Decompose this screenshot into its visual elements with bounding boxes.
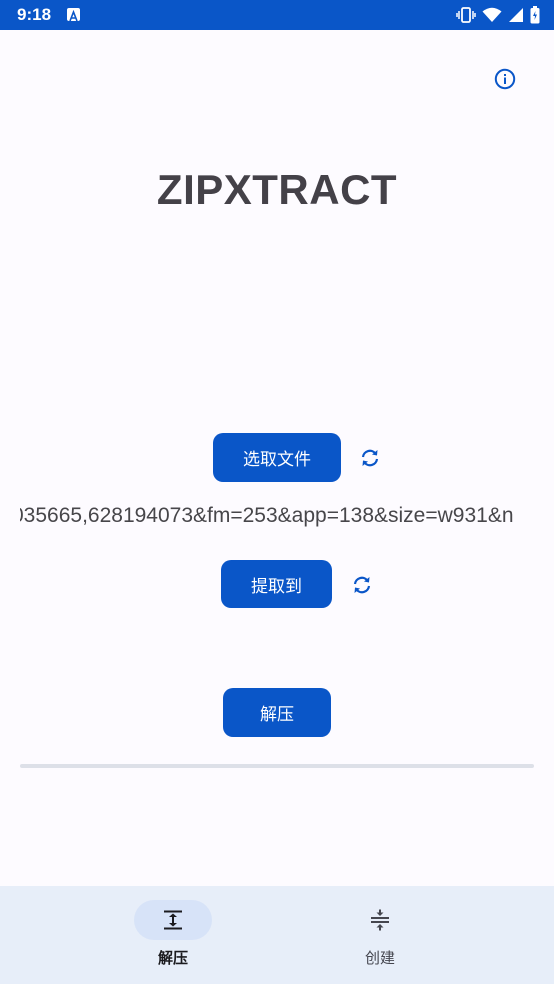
status-bar: 9:18	[0, 0, 554, 30]
decompress-label: 解压	[260, 705, 294, 725]
notification-a-icon	[67, 8, 80, 22]
nav-label-decompress: 解压	[157, 949, 188, 967]
extract-to-button[interactable]: 提取到	[221, 560, 332, 608]
status-icons	[456, 6, 540, 24]
battery-icon	[530, 6, 540, 24]
nav-item-create[interactable]: 创建	[277, 886, 482, 984]
info-icon[interactable]	[494, 68, 516, 90]
refresh-icon[interactable]	[358, 446, 382, 470]
app-title: ZIPXTRACT	[156, 166, 398, 213]
select-file-label: 选取文件	[243, 450, 311, 470]
compress-vertical-icon	[368, 908, 392, 932]
app-screen: 9:18 ZIPXTRACT 选取文件 035665,628194073&fm=…	[0, 0, 554, 984]
decompress-button[interactable]: 解压	[223, 688, 331, 737]
selected-file-path-text: 035665,628194073&fm=253&app=138&size=w93…	[20, 504, 514, 527]
bottom-navigation: 解压 创建	[0, 886, 554, 984]
extract-to-label: 提取到	[251, 576, 302, 597]
expand-vertical-icon	[161, 908, 185, 932]
selected-file-path: 035665,628194073&fm=253&app=138&size=w93…	[20, 500, 533, 532]
status-time: 9:18	[17, 5, 52, 24]
signal-icon	[509, 8, 523, 22]
select-file-button[interactable]: 选取文件	[213, 433, 341, 482]
refresh-icon[interactable]	[350, 573, 374, 597]
nav-label-create: 创建	[364, 949, 395, 967]
vibrate-icon	[456, 7, 476, 23]
nav-item-decompress[interactable]: 解压	[35, 886, 311, 984]
progress-bar	[20, 764, 534, 768]
wifi-icon	[482, 7, 502, 22]
